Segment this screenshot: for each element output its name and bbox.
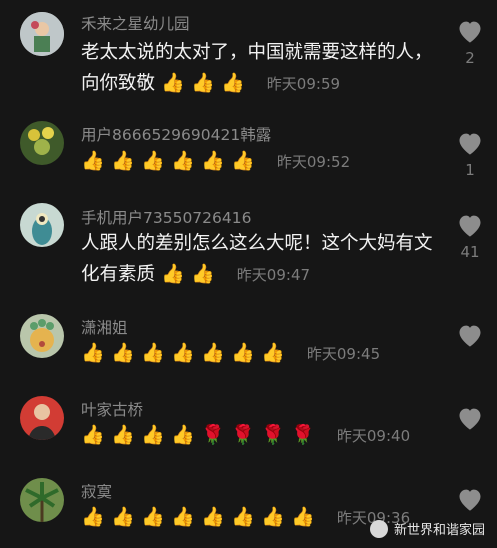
avatar[interactable] — [20, 121, 64, 165]
thumbs-up-emoji: 👍 — [161, 72, 185, 94]
thumbs-up-emoji: 👍 — [141, 150, 165, 172]
thumbs-up-emoji: 👍 — [111, 424, 135, 446]
thumbs-up-emoji: 👍 — [171, 342, 195, 364]
rose-emoji: 🌹 — [201, 424, 225, 446]
thumbs-up-emoji: 👍 — [261, 506, 285, 528]
thumbs-up-emoji: 👍 — [191, 263, 215, 285]
thumbs-up-emoji: 👍 — [141, 424, 165, 446]
comment-time: 昨天09:40 — [336, 427, 411, 445]
like-button[interactable]: 41 — [455, 212, 485, 261]
alien-icon — [20, 203, 64, 247]
username[interactable]: 叶家古桥 — [81, 398, 143, 420]
thumbs-up-emoji: 👍 — [161, 263, 185, 285]
thumbs-up-emoji: 👍 — [201, 506, 225, 528]
heart-icon — [459, 325, 481, 347]
thumbs-up-emoji: 👍 — [261, 342, 285, 364]
comment-time: 昨天09:45 — [306, 345, 381, 363]
username[interactable]: 潇湘姐 — [81, 316, 128, 338]
rose-emoji: 🌹 — [291, 424, 315, 446]
monster-icon — [20, 314, 64, 358]
thumbs-up-emoji: 👍 — [141, 342, 165, 364]
thumbs-up-emoji: 👍 — [171, 424, 195, 446]
heart-icon — [459, 133, 481, 155]
man-icon — [20, 396, 64, 440]
comment-time: 昨天09:59 — [266, 75, 341, 93]
like-button[interactable]: 2 — [455, 18, 485, 67]
like-count: 2 — [465, 49, 475, 67]
rose-emoji: 🌹 — [261, 424, 285, 446]
watermark: 新世界和谐家园 — [369, 519, 485, 538]
thumbs-up-emoji: 👍 — [111, 506, 135, 528]
wechat-icon — [369, 519, 388, 538]
heart-icon — [459, 489, 481, 511]
heart-icon — [459, 408, 481, 430]
comment-text: 👍 👍 👍 👍 👍 👍 昨天09:52 — [81, 146, 436, 178]
avatar[interactable] — [20, 314, 64, 358]
thumbs-up-emoji: 👍 — [111, 342, 135, 364]
thumbs-up-emoji: 👍 — [111, 150, 135, 172]
thumbs-up-emoji: 👍 — [171, 150, 195, 172]
thumbs-up-emoji: 👍 — [81, 150, 105, 172]
like-button[interactable] — [455, 322, 485, 348]
like-count: 41 — [460, 243, 480, 261]
comment-text: 👍 👍 👍 👍 👍 👍 👍 昨天09:45 — [81, 338, 436, 370]
like-count: 1 — [465, 161, 475, 179]
rose-emoji: 🌹 — [231, 424, 255, 446]
avatar[interactable] — [20, 12, 64, 56]
thumbs-up-emoji: 👍 — [141, 506, 165, 528]
kid-icon — [20, 12, 64, 56]
thumbs-up-emoji: 👍 — [231, 506, 255, 528]
comment-body: 老太太说的太对了，中国就需要这样的人，向你致敬 — [81, 42, 433, 94]
thumbs-up-emoji: 👍 — [81, 342, 105, 364]
thumbs-up-emoji: 👍 — [221, 72, 245, 94]
thumbs-up-emoji: 👍 — [201, 150, 225, 172]
thumbs-up-emoji: 👍 — [171, 506, 195, 528]
thumbs-up-emoji: 👍 — [231, 342, 255, 364]
avatar[interactable] — [20, 478, 64, 522]
heart-icon — [459, 21, 481, 43]
palm-icon — [20, 478, 64, 522]
thumbs-up-emoji: 👍 — [291, 506, 315, 528]
comment-text: 人跟人的差别怎么这么大呢！这个大妈有文化有素质 👍 👍 昨天09:47 — [81, 228, 436, 291]
comment-text: 👍 👍 👍 👍 🌹 🌹 🌹 🌹 昨天09:40 — [81, 420, 436, 452]
flower-icon — [20, 121, 64, 165]
thumbs-up-emoji: 👍 — [191, 72, 215, 94]
thumbs-up-emoji: 👍 — [81, 506, 105, 528]
watermark-text: 新世界和谐家园 — [393, 523, 485, 538]
like-button[interactable] — [455, 405, 485, 431]
comment-time: 昨天09:47 — [236, 266, 311, 284]
thumbs-up-emoji: 👍 — [231, 150, 255, 172]
avatar[interactable] — [20, 396, 64, 440]
username[interactable]: 手机用户73550726416 — [81, 206, 251, 228]
username[interactable]: 禾来之星幼儿园 — [81, 12, 190, 34]
heart-icon — [459, 215, 481, 237]
comment-time: 昨天09:52 — [276, 153, 351, 171]
thumbs-up-emoji: 👍 — [201, 342, 225, 364]
like-button[interactable] — [455, 486, 485, 512]
avatar[interactable] — [20, 203, 64, 247]
username[interactable]: 寂寞 — [81, 480, 112, 502]
username[interactable]: 用户8666529690421韩露 — [81, 123, 271, 145]
like-button[interactable]: 1 — [455, 130, 485, 179]
comment-text: 老太太说的太对了，中国就需要这样的人，向你致敬 👍 👍 👍 昨天09:59 — [81, 37, 436, 100]
thumbs-up-emoji: 👍 — [81, 424, 105, 446]
